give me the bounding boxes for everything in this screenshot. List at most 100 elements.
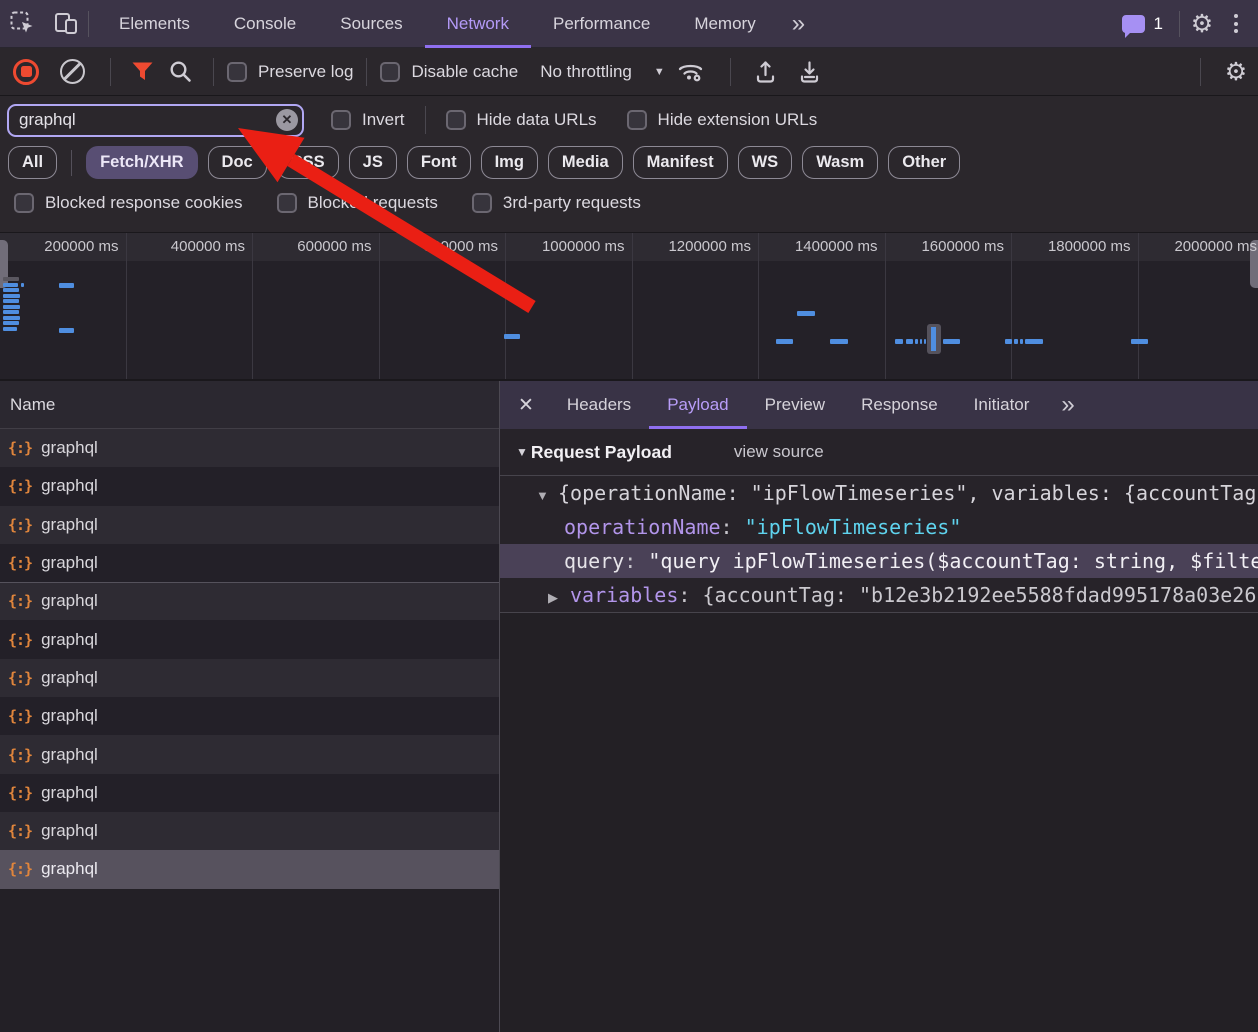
payload-summary-text: {operationName: "ipFlowTimeseries", vari… — [558, 481, 1256, 505]
chip-fetch-xhr[interactable]: Fetch/XHR — [86, 146, 197, 179]
chip-img[interactable]: Img — [481, 146, 538, 179]
table-row[interactable]: {:}graphql — [0, 582, 499, 620]
hide-extension-urls-checkbox[interactable] — [627, 110, 647, 130]
timeline-request-bar — [21, 283, 24, 287]
tab-performance[interactable]: Performance — [531, 0, 672, 48]
request-name: graphql — [41, 630, 98, 650]
request-name: graphql — [41, 438, 98, 458]
option-checkbox[interactable] — [472, 193, 492, 213]
chip-other[interactable]: Other — [888, 146, 960, 179]
inspect-cursor-icon — [10, 11, 35, 36]
chip-doc[interactable]: Doc — [208, 146, 267, 179]
timeline-request-bar — [3, 299, 19, 303]
triangle-down-icon: ▼ — [516, 445, 528, 459]
timeline-request-bar — [3, 294, 20, 298]
network-overview-timeline[interactable]: 200000 ms400000 ms600000 ms800000 ms1000… — [0, 233, 1258, 381]
details-more-tabs-button[interactable]: » — [1047, 383, 1088, 427]
tab-elements[interactable]: Elements — [97, 0, 212, 48]
request-payload-section-header[interactable]: ▼ Request Payload view source — [500, 429, 1258, 476]
option-checkbox[interactable] — [277, 193, 297, 213]
table-row[interactable]: {:}graphql — [0, 544, 499, 582]
throttling-dropdown[interactable]: No throttling ▼ — [540, 62, 665, 82]
option-checkbox[interactable] — [14, 193, 34, 213]
table-row[interactable]: {:}graphql — [0, 620, 499, 658]
table-row[interactable]: {:}graphql — [0, 774, 499, 812]
table-row[interactable]: {:}graphql — [0, 812, 499, 850]
network-conditions-button[interactable] — [665, 48, 717, 96]
filter-toggle-button[interactable] — [124, 48, 160, 96]
table-row[interactable]: {:} graphql — [0, 467, 499, 505]
tab-preview[interactable]: Preview — [747, 381, 843, 429]
request-list: {:}graphql{:}graphql{:}graphql{:}graphql… — [0, 429, 499, 889]
tab-sources[interactable]: Sources — [318, 0, 424, 48]
inspect-element-button[interactable] — [0, 0, 44, 48]
issues-icon[interactable] — [1122, 15, 1145, 33]
import-har-button[interactable] — [744, 48, 788, 96]
chip-media[interactable]: Media — [548, 146, 623, 179]
disable-cache-checkbox[interactable] — [380, 62, 400, 82]
payload-key: variables — [570, 583, 678, 607]
hide-data-urls-checkbox[interactable] — [446, 110, 466, 130]
request-name: graphql — [41, 476, 98, 496]
gear-icon: ⚙ — [1191, 2, 1213, 46]
record-network-log-button[interactable] — [13, 59, 39, 85]
tab-response[interactable]: Response — [843, 381, 956, 429]
chip-js[interactable]: JS — [349, 146, 397, 179]
table-row[interactable]: {:}graphql — [0, 429, 499, 467]
table-row[interactable]: {:}graphql — [0, 735, 499, 773]
payload-value: "query ipFlowTimeseries($accountTag: str… — [648, 549, 1258, 573]
timeline-tick-label: 1200000 ms — [633, 233, 759, 255]
invert-label: Invert — [362, 110, 405, 130]
payload-colon: : — [678, 583, 702, 607]
network-settings-button[interactable]: ⚙ — [1214, 48, 1258, 96]
payload-property-row[interactable]: ▶variables: {accountTag: "b12e3b2192ee55… — [500, 578, 1258, 612]
view-source-link[interactable]: view source — [734, 442, 824, 462]
chip-wasm[interactable]: Wasm — [802, 146, 878, 179]
name-column-header[interactable]: Name — [0, 381, 499, 429]
payload-property-row[interactable]: query: "query ipFlowTimeseries($accountT… — [500, 544, 1258, 578]
timeline-segment: 1400000 ms — [759, 233, 886, 381]
filter-input[interactable] — [7, 104, 304, 137]
devtools-top-bar: ElementsConsoleSourcesNetworkPerformance… — [0, 0, 1258, 48]
filter-input-wrapper: ✕ — [7, 104, 304, 137]
request-name: graphql — [41, 859, 98, 879]
preserve-log-checkbox[interactable] — [227, 62, 247, 82]
fetch-xhr-icon: {:} — [8, 477, 32, 495]
timeline-request-bar — [830, 339, 848, 344]
payload-summary-row[interactable]: ▼{operationName: "ipFlowTimeseries", var… — [500, 476, 1258, 510]
clear-network-log-button[interactable] — [60, 59, 85, 84]
customize-devtools-button[interactable] — [1224, 14, 1248, 33]
request-name: graphql — [41, 706, 98, 726]
settings-button[interactable]: ⚙ — [1180, 0, 1224, 48]
more-tabs-button[interactable]: » — [778, 2, 819, 46]
tab-payload[interactable]: Payload — [649, 381, 746, 429]
table-row[interactable]: {:}graphql — [0, 850, 499, 888]
clear-filter-icon[interactable]: ✕ — [276, 109, 298, 131]
device-toolbar-button[interactable] — [44, 0, 88, 48]
tab-console[interactable]: Console — [212, 0, 318, 48]
chip-separator — [71, 150, 72, 176]
payload-property-row[interactable]: operationName: "ipFlowTimeseries" — [500, 510, 1258, 544]
chip-css[interactable]: CSS — [277, 146, 339, 179]
table-row[interactable]: {:}graphql — [0, 659, 499, 697]
invert-checkbox[interactable] — [331, 110, 351, 130]
tab-headers[interactable]: Headers — [549, 381, 649, 429]
disable-cache-option: Disable cache — [380, 62, 518, 82]
tab-memory[interactable]: Memory — [672, 0, 777, 48]
tab-network[interactable]: Network — [425, 0, 531, 48]
chip-ws[interactable]: WS — [738, 146, 793, 179]
close-details-icon[interactable]: ✕ — [500, 394, 549, 417]
request-type-chips: All Fetch/XHR Doc CSS JS Font Img Media Manifest… — [8, 146, 960, 179]
main-tabs: ElementsConsoleSourcesNetworkPerformance… — [97, 0, 778, 48]
timeline-request-bar — [797, 311, 815, 316]
chip-manifest[interactable]: Manifest — [633, 146, 728, 179]
chip-all[interactable]: All — [8, 146, 57, 179]
timeline-request-bar — [504, 334, 520, 339]
tab-initiator[interactable]: Initiator — [956, 381, 1048, 429]
table-row[interactable]: {:}graphql — [0, 506, 499, 544]
export-har-button[interactable] — [788, 48, 832, 96]
chip-font[interactable]: Font — [407, 146, 471, 179]
table-row[interactable]: {:}graphql — [0, 697, 499, 735]
preserve-log-label: Preserve log — [258, 62, 353, 82]
search-network-button[interactable] — [160, 48, 200, 96]
